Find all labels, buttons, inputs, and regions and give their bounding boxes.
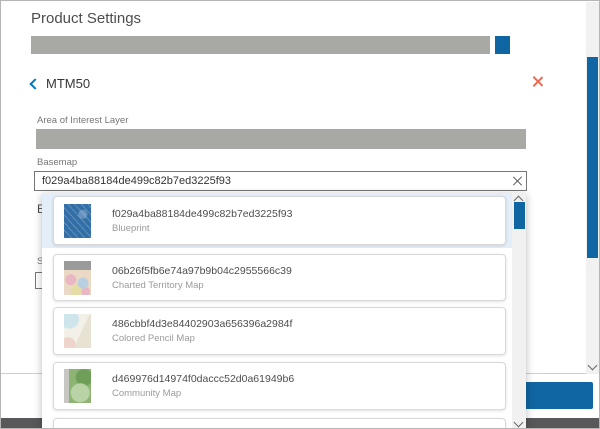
accent-square xyxy=(495,36,510,54)
basemap-thumbnail-community xyxy=(64,369,91,403)
product-settings-dialog: Product Settings MTM50 Area of Interest … xyxy=(0,0,600,429)
basemap-thumbnail-colored-pencil xyxy=(64,314,91,348)
basemap-thumbnail-blueprint xyxy=(64,204,91,238)
basemap-option-partial[interactable] xyxy=(53,418,506,429)
dropdown-scrollbar[interactable] xyxy=(512,193,526,429)
primary-action-button[interactable] xyxy=(525,382,593,409)
scroll-down-icon[interactable] xyxy=(514,418,524,428)
basemap-option-colored-pencil[interactable]: 486cbbf4d3e84402903a656396a2984f Colored… xyxy=(53,307,506,355)
basemap-option-name: Community Map xyxy=(112,388,294,399)
chevron-left-icon xyxy=(29,78,40,89)
basemap-field-label: Basemap xyxy=(37,157,77,168)
close-icon[interactable] xyxy=(532,75,544,87)
basemap-thumbnail-charted-territory xyxy=(64,261,91,295)
page-title: Product Settings xyxy=(31,10,141,27)
aoi-input-redacted[interactable] xyxy=(36,129,526,149)
redacted-product-bar xyxy=(31,36,490,54)
aoi-field-label: Area of Interest Layer xyxy=(37,115,128,126)
basemap-option-name: Colored Pencil Map xyxy=(112,333,292,344)
clear-input-icon[interactable] xyxy=(512,175,523,186)
basemap-option-id: 486cbbf4d3e84402903a656396a2984f xyxy=(112,318,292,330)
basemap-option-name: Blueprint xyxy=(112,223,292,234)
basemap-option-id: f029a4ba88184de499c82b7ed3225f93 xyxy=(112,208,292,220)
basemap-option-community[interactable]: d469976d14974f0daccc52d0a61949b6 Communi… xyxy=(53,362,506,410)
dropdown-scrollbar-thumb[interactable] xyxy=(514,202,525,229)
scroll-down-icon[interactable] xyxy=(588,361,598,371)
basemap-option-id: d469976d14974f0daccc52d0a61949b6 xyxy=(112,373,294,385)
basemap-option-charted-territory[interactable]: 06b26f5fb6e74a97b9b04c2955566c39 Charted… xyxy=(53,254,506,301)
back-button[interactable]: MTM50 xyxy=(31,76,90,91)
basemap-dropdown: f029a4ba88184de499c82b7ed3225f93 Bluepri… xyxy=(42,193,526,429)
basemap-option-blueprint[interactable]: f029a4ba88184de499c82b7ed3225f93 Bluepri… xyxy=(53,196,506,245)
basemap-option-id: 06b26f5fb6e74a97b9b04c2955566c39 xyxy=(112,265,292,277)
basemap-option-name: Charted Territory Map xyxy=(112,280,292,291)
page-scrollbar-thumb[interactable] xyxy=(587,57,598,258)
back-label: MTM50 xyxy=(46,76,90,91)
page-scrollbar[interactable] xyxy=(586,2,599,374)
basemap-input[interactable] xyxy=(34,171,527,191)
